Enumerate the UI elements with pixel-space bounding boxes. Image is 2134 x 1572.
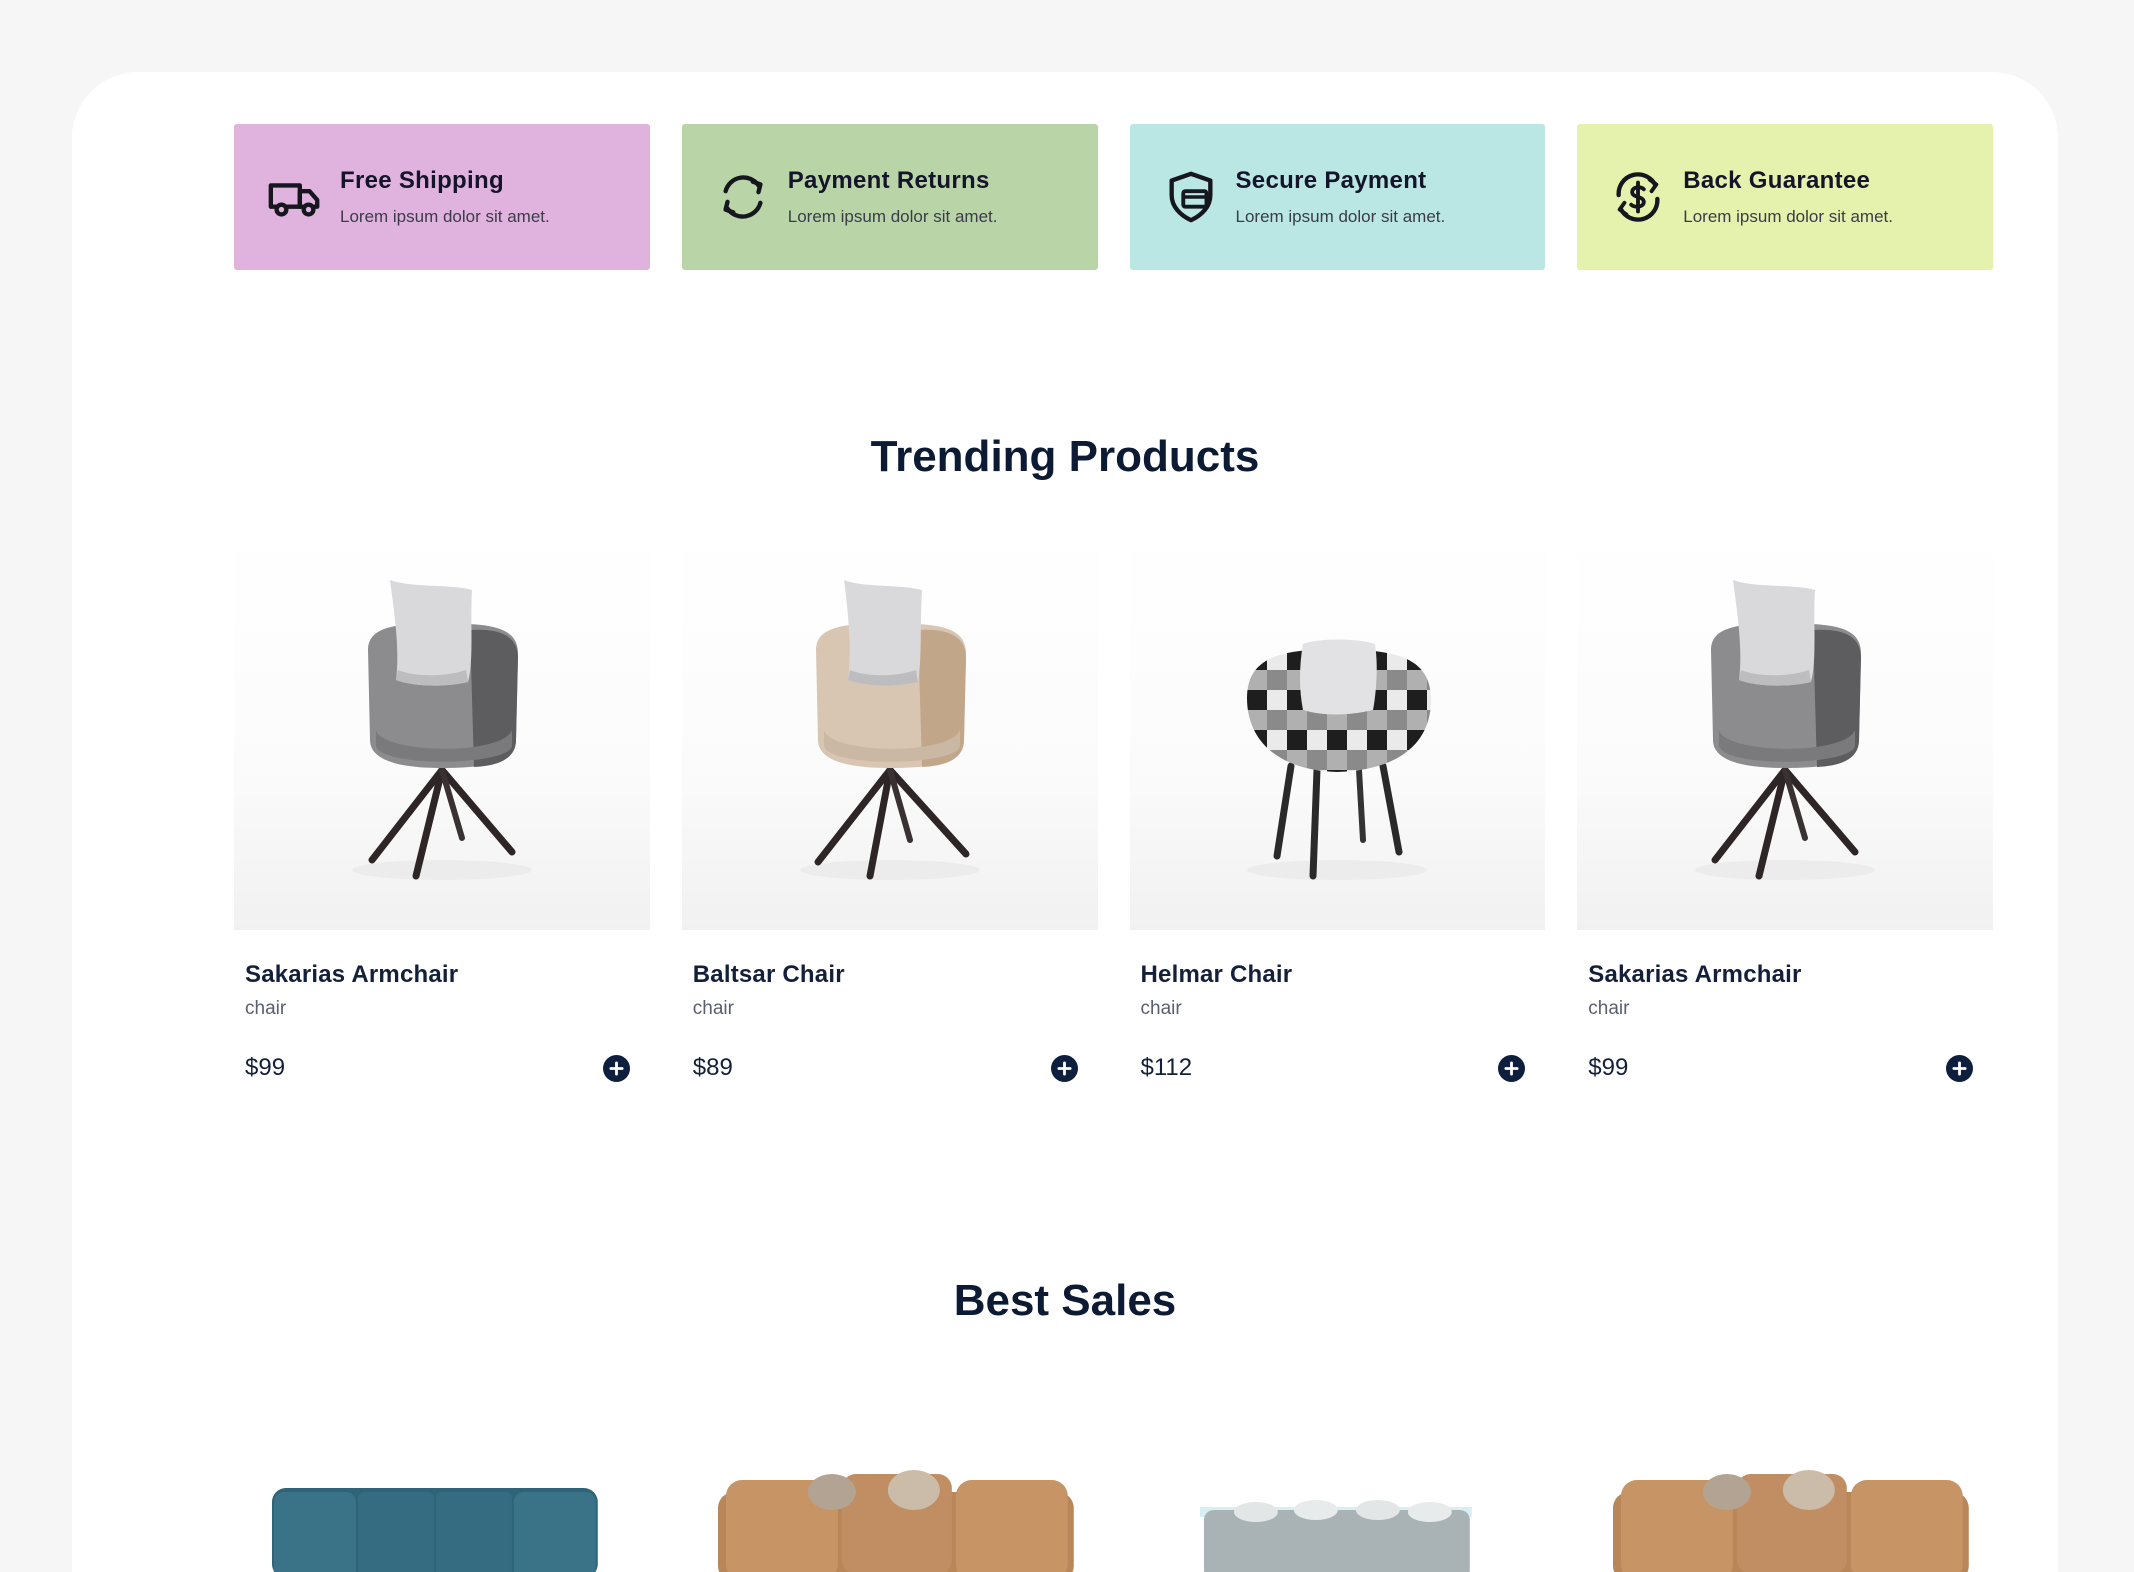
product-card[interactable]: Sakarias Armchair chair $99 [234, 530, 650, 1082]
feature-card-back-guarantee: Back Guarantee Lorem ipsum dolor sit ame… [1577, 124, 1993, 270]
product-name[interactable]: Sakarias Armchair [1588, 961, 1993, 989]
features-row: Free Shipping Lorem ipsum dolor sit amet… [234, 124, 1993, 270]
best-sales-grid [234, 1452, 1993, 1572]
product-price: $99 [1588, 1054, 1629, 1081]
product-image-grey-sofa[interactable] [1130, 1452, 1546, 1572]
product-category: chair [692, 998, 734, 1019]
product-image-tan-sofa[interactable] [682, 1452, 1098, 1572]
product-name[interactable]: Helmar Chair [1141, 961, 1546, 989]
product-image-grey-armchair[interactable] [1577, 530, 1993, 930]
product-image-tan-sofa[interactable] [1577, 1452, 1993, 1572]
money-back-icon [1607, 166, 1669, 228]
page-container: Free Shipping Lorem ipsum dolor sit amet… [72, 72, 2058, 1572]
add-to-cart-button[interactable] [1498, 1054, 1526, 1082]
feature-card-payment-returns: Payment Returns Lorem ipsum dolor sit am… [681, 124, 1098, 270]
feature-card-free-shipping: Free Shipping Lorem ipsum dolor sit amet… [234, 124, 650, 270]
add-to-cart-button[interactable] [1946, 1054, 1973, 1082]
product-image-grey-armchair[interactable] [234, 530, 650, 930]
feature-description: Lorem ipsum dolor sit amet. [340, 207, 550, 226]
feature-description: Lorem ipsum dolor sit amet. [787, 207, 998, 226]
product-price: $99 [245, 1054, 286, 1081]
product-price: $112 [1140, 1054, 1193, 1081]
feature-title: Back Guarantee [1683, 167, 1871, 194]
product-name[interactable]: Baltsar Chair [693, 961, 1098, 989]
truck-icon [264, 166, 326, 228]
add-to-cart-button[interactable] [602, 1054, 630, 1082]
product-image-plaid-armchair[interactable] [1129, 530, 1546, 930]
feature-title: Free Shipping [340, 167, 504, 194]
product-category: chair [1140, 998, 1182, 1019]
product-card[interactable]: Helmar Chair chair $112 [1129, 530, 1546, 1082]
product-price: $89 [692, 1054, 733, 1081]
best-sales-title: Best Sales [953, 1276, 1177, 1325]
plus-icon [1056, 1060, 1072, 1076]
feature-description: Lorem ipsum dolor sit amet. [1235, 207, 1446, 226]
shield-icon [1160, 166, 1222, 228]
plus-icon [1952, 1060, 1967, 1076]
feature-description: Lorem ipsum dolor sit amet. [1683, 207, 1893, 226]
product-category: chair [245, 998, 287, 1019]
refresh-icon [712, 166, 774, 228]
feature-card-secure-payment: Secure Payment Lorem ipsum dolor sit ame… [1129, 124, 1546, 270]
plus-icon [1504, 1060, 1519, 1076]
product-image-beige-armchair[interactable] [681, 530, 1098, 930]
product-name[interactable]: Sakarias Armchair [245, 961, 650, 989]
product-image-teal-sofa[interactable] [234, 1452, 650, 1572]
feature-title: Payment Returns [787, 167, 990, 194]
product-category: chair [1588, 998, 1630, 1019]
feature-title: Secure Payment [1235, 167, 1427, 194]
add-to-cart-button[interactable] [1050, 1054, 1078, 1082]
product-card[interactable]: Sakarias Armchair chair $99 [1577, 530, 1993, 1082]
product-card[interactable]: Baltsar Chair chair $89 [681, 530, 1098, 1082]
trending-products-grid: Sakarias Armchair chair $99 Baltsar Chai… [234, 530, 1993, 1082]
plus-icon [609, 1060, 624, 1076]
trending-products-title: Trending Products [870, 432, 1260, 481]
